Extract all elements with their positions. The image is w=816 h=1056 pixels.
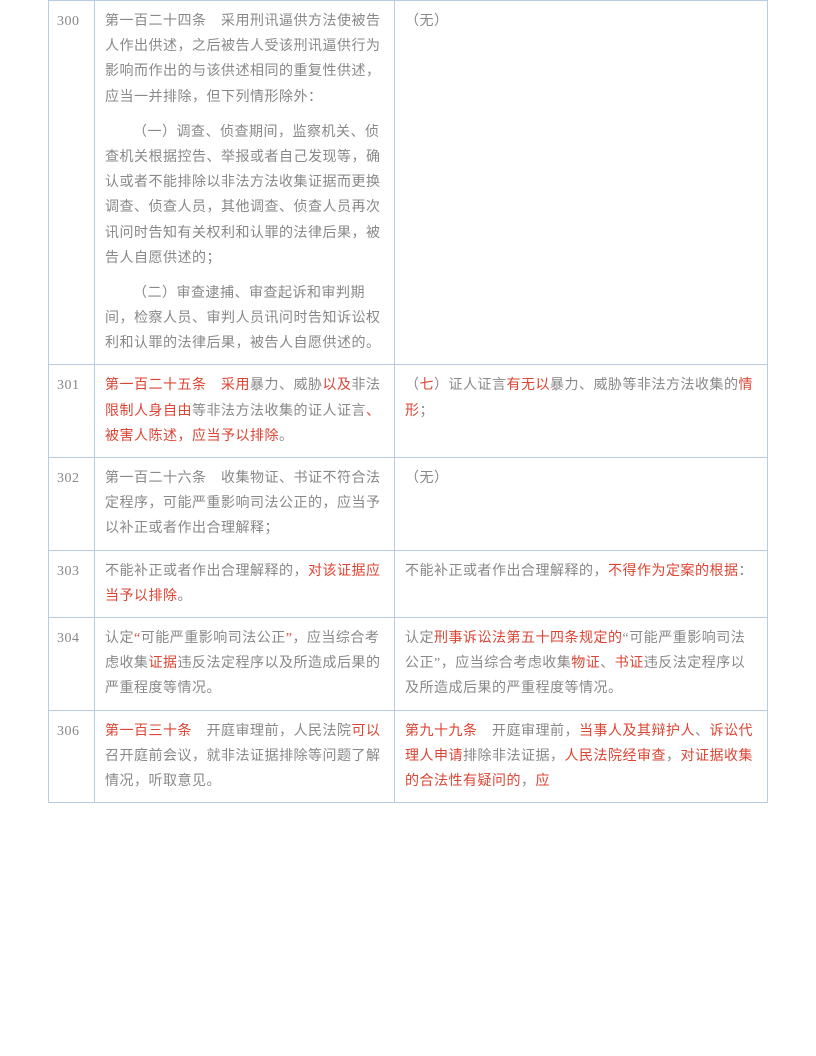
body-text: ， <box>666 749 681 764</box>
body-text: 等非法方法收集的证人证言 <box>192 404 366 419</box>
table-cell: 认定“可能严重影响司法公正”，应当综合考虑收集证据违反法定程序以及所造成后果的严… <box>95 617 395 710</box>
text-block: （无） <box>405 9 757 34</box>
body-text: ： <box>739 564 754 579</box>
table-cell: （七）证人证言有无以暴力、威胁等非法方法收集的情形； <box>395 365 768 458</box>
page-container: 300第一百二十四条 采用刑讯逼供方法使被告人作出供述，之后被告人受该刑讯逼供行… <box>0 0 816 803</box>
highlighted-text: 第一百二十五条 采用 <box>105 378 250 393</box>
body-text: 。 <box>178 589 193 604</box>
text-block: 认定刑事诉讼法第五十四条规定的“可能严重影响司法公正”，应当综合考虑收集物证、书… <box>405 626 757 702</box>
body-text: 开庭审理前， <box>478 724 580 739</box>
table-row: 306第一百三十条 开庭审理前，人民法院可以召开庭前会议，就非法证据排除等问题了… <box>49 710 768 803</box>
body-text: （ <box>405 378 420 393</box>
text-block: （无） <box>405 466 757 491</box>
highlighted-text: 当事人及其辩护人 <box>579 724 695 739</box>
body-text: ）证人证言 <box>434 378 507 393</box>
table-cell: 不能补正或者作出合理解释的，对该证据应当予以排除。 <box>95 550 395 617</box>
body-text: ； <box>420 404 435 419</box>
body-text: 第一百二十四条 采用刑讯逼供方法使被告人作出供述，之后被告人受该刑讯逼供行为影响… <box>105 14 381 105</box>
body-text: 第一百二十六条 收集物证、书证不符合法定程序，可能严重影响司法公正的，应当予以补… <box>105 471 381 536</box>
table-row: 303不能补正或者作出合理解释的，对该证据应当予以排除。不能补正或者作出合理解释… <box>49 550 768 617</box>
highlighted-text: 以及 <box>323 378 352 393</box>
highlighted-text: 刑事诉讼法第五十四条规定的 <box>434 631 623 646</box>
text-block: （七）证人证言有无以暴力、威胁等非法方法收集的情形； <box>405 373 757 423</box>
highlighted-text: 不得作为定案的根据 <box>608 564 739 579</box>
body-text: 不能补正或者作出合理解释的， <box>105 564 308 579</box>
table-cell: （无） <box>395 458 768 551</box>
table-cell: 第一百三十条 开庭审理前，人民法院可以召开庭前会议，就非法证据排除等问题了解情况… <box>95 710 395 803</box>
body-text: 暴力、威胁等非法方法收集的 <box>550 378 739 393</box>
paragraph: （二）审查逮捕、审查起诉和审判期间，检察人员、审判人员讯问时告知诉讼权利和认罪的… <box>105 281 384 357</box>
body-text: 、 <box>695 724 710 739</box>
row-number: 300 <box>49 1 95 365</box>
body-text: 、 <box>600 656 615 671</box>
body-text: 认定 <box>105 631 134 646</box>
highlighted-text: 应 <box>536 774 551 789</box>
row-number: 304 <box>49 617 95 710</box>
highlighted-text: 限制人身自由 <box>105 404 192 419</box>
body-text: （无） <box>405 471 449 486</box>
highlighted-text: 书证 <box>615 656 644 671</box>
highlighted-text: 可以 <box>352 724 381 739</box>
body-text: （无） <box>405 14 449 29</box>
body-text: 不能补正或者作出合理解释的， <box>405 564 608 579</box>
body-text: 开庭审理前，人民法院 <box>192 724 352 739</box>
body-text: 可能严重影响司法公正 <box>141 631 286 646</box>
row-number: 301 <box>49 365 95 458</box>
body-text: 认定 <box>405 631 434 646</box>
paragraph: （一）调查、侦查期间，监察机关、侦查机关根据控告、举报或者自己发现等，确认或者不… <box>105 120 384 271</box>
table-row: 304认定“可能严重影响司法公正”，应当综合考虑收集证据违反法定程序以及所造成后… <box>49 617 768 710</box>
highlighted-text: 有无以 <box>507 378 551 393</box>
table-row: 302第一百二十六条 收集物证、书证不符合法定程序，可能严重影响司法公正的，应当… <box>49 458 768 551</box>
body-text: （二）审查逮捕、审查起诉和审判期间，检察人员、审判人员讯问时告知诉讼权利和认罪的… <box>105 286 381 351</box>
table-cell: 第九十九条 开庭审理前，当事人及其辩护人、诉讼代理人申请排除非法证据，人民法院经… <box>395 710 768 803</box>
body-text: （一）调查、侦查期间，监察机关、侦查机关根据控告、举报或者自己发现等，确认或者不… <box>105 125 381 266</box>
row-number: 306 <box>49 710 95 803</box>
body-text: 。 <box>279 429 294 444</box>
highlighted-text: 第九十九条 <box>405 724 478 739</box>
body-text: 排除非法证据， <box>463 749 565 764</box>
body-text: 非法 <box>352 378 381 393</box>
highlighted-text: 七 <box>420 378 435 393</box>
highlighted-text: 人民法院经审查 <box>565 749 667 764</box>
highlighted-text: 第一百三十条 <box>105 724 192 739</box>
table-cell: 第一百二十六条 收集物证、书证不符合法定程序，可能严重影响司法公正的，应当予以补… <box>95 458 395 551</box>
highlighted-text: “ <box>134 631 141 646</box>
text-block: 第一百二十四条 采用刑讯逼供方法使被告人作出供述，之后被告人受该刑讯逼供行为影响… <box>105 9 384 110</box>
body-text: 召开庭前会议，就非法证据排除等问题了解情况，听取意见。 <box>105 749 381 789</box>
body-text: ， <box>521 774 536 789</box>
text-block: 第九十九条 开庭审理前，当事人及其辩护人、诉讼代理人申请排除非法证据，人民法院经… <box>405 719 757 795</box>
table-cell: 第一百二十五条 采用暴力、威胁以及非法限制人身自由等非法方法收集的证人证言、被害… <box>95 365 395 458</box>
body-text: 暴力、威胁 <box>250 378 323 393</box>
text-block: 不能补正或者作出合理解释的，不得作为定案的根据： <box>405 559 757 584</box>
comparison-table: 300第一百二十四条 采用刑讯逼供方法使被告人作出供述，之后被告人受该刑讯逼供行… <box>48 0 768 803</box>
highlighted-text: 证据 <box>149 656 178 671</box>
text-block: 第一百二十六条 收集物证、书证不符合法定程序，可能严重影响司法公正的，应当予以补… <box>105 466 384 542</box>
table-row: 300第一百二十四条 采用刑讯逼供方法使被告人作出供述，之后被告人受该刑讯逼供行… <box>49 1 768 365</box>
table-cell: 第一百二十四条 采用刑讯逼供方法使被告人作出供述，之后被告人受该刑讯逼供行为影响… <box>95 1 395 365</box>
text-block: 第一百三十条 开庭审理前，人民法院可以召开庭前会议，就非法证据排除等问题了解情况… <box>105 719 384 795</box>
text-block: 不能补正或者作出合理解释的，对该证据应当予以排除。 <box>105 559 384 609</box>
row-number: 303 <box>49 550 95 617</box>
table-cell: 不能补正或者作出合理解释的，不得作为定案的根据： <box>395 550 768 617</box>
table-cell: 认定刑事诉讼法第五十四条规定的“可能严重影响司法公正”，应当综合考虑收集物证、书… <box>395 617 768 710</box>
text-block: 第一百二十五条 采用暴力、威胁以及非法限制人身自由等非法方法收集的证人证言、被害… <box>105 373 384 449</box>
table-cell: （无） <box>395 1 768 365</box>
table-row: 301 第一百二十五条 采用暴力、威胁以及非法限制人身自由等非法方法收集的证人证言… <box>49 365 768 458</box>
row-number: 302 <box>49 458 95 551</box>
text-block: 认定“可能严重影响司法公正”，应当综合考虑收集证据违反法定程序以及所造成后果的严… <box>105 626 384 702</box>
highlighted-text: 物证 <box>571 656 600 671</box>
